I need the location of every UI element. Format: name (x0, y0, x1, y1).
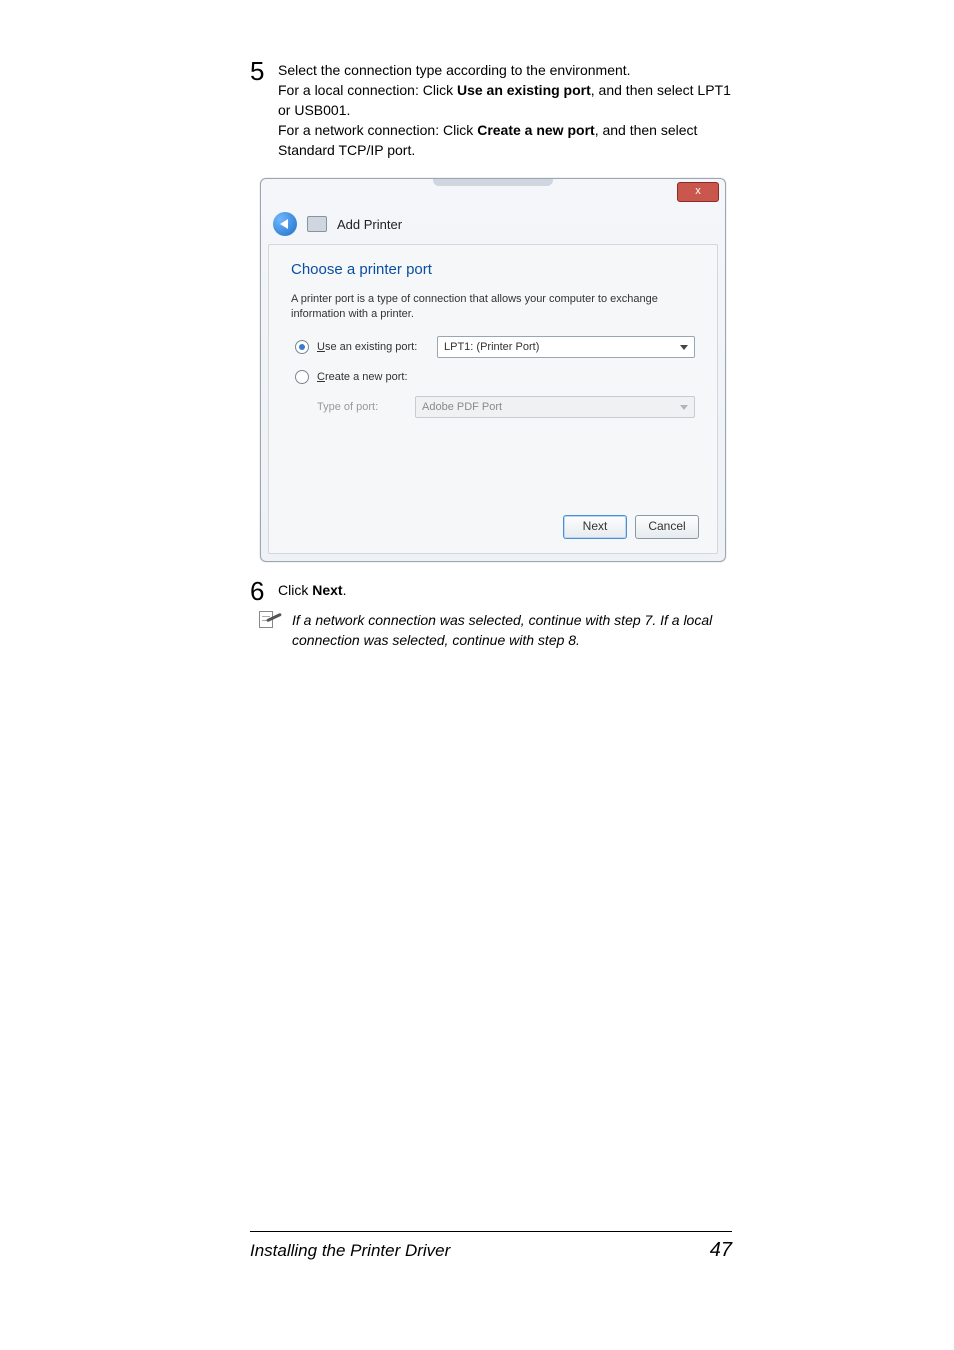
dialog-buttons: Next Cancel (563, 515, 699, 539)
existing-port-value: LPT1: (Printer Port) (444, 341, 539, 353)
port-type-value: Adobe PDF Port (422, 401, 502, 413)
step-5-body: Select the connection type according to … (278, 60, 732, 160)
create-new-port-row: Create a new port: (291, 370, 695, 384)
page-footer: Installing the Printer Driver 47 (250, 1239, 732, 1262)
type-of-port-label: Type of port: (317, 401, 415, 413)
step-6: 6 Click Next. (250, 580, 732, 602)
existing-port-dropdown[interactable]: LPT1: (Printer Port) (437, 336, 695, 358)
step5-line1: Select the connection type according to … (278, 62, 631, 78)
use-existing-rest: se an existing port: (325, 341, 417, 353)
dialog-titlebar: x (261, 179, 725, 209)
use-existing-port-label: Use an existing port: (317, 341, 437, 353)
dialog-body: Choose a printer port A printer port is … (268, 244, 718, 554)
use-existing-port-radio[interactable] (295, 340, 309, 354)
step6-a: Click (278, 582, 312, 598)
step-number-5: 5 (250, 60, 278, 82)
add-printer-dialog: x Add Printer Choose a printer port A pr… (260, 178, 726, 562)
document-page: 5 Select the connection type according t… (0, 0, 954, 1350)
footer-section-title: Installing the Printer Driver (250, 1241, 450, 1261)
create-new-rest: reate a new port: (325, 371, 408, 383)
step-5: 5 Select the connection type according t… (250, 60, 732, 160)
create-new-port-radio[interactable] (295, 370, 309, 384)
note-text: If a network connection was selected, co… (292, 610, 732, 650)
printer-icon (307, 216, 327, 232)
use-existing-u: U (317, 341, 325, 353)
step-number-6: 6 (250, 580, 278, 602)
footer-page-number: 47 (710, 1239, 732, 1262)
type-of-port-row: Type of port: Adobe PDF Port (291, 396, 695, 418)
next-button[interactable]: Next (563, 515, 627, 539)
use-existing-port-row: Use an existing port: LPT1: (Printer Por… (291, 336, 695, 358)
titlebar-grip (433, 179, 553, 186)
step-6-body: Click Next. (278, 580, 346, 600)
note-row: If a network connection was selected, co… (256, 610, 732, 650)
chevron-down-icon (680, 405, 688, 410)
cancel-button[interactable]: Cancel (635, 515, 699, 539)
create-new-port-label: Create a new port: (317, 371, 437, 383)
dialog-title: Add Printer (337, 217, 402, 232)
step5-line3b: Create a new port (477, 122, 594, 138)
close-button[interactable]: x (677, 182, 719, 202)
note-icon (256, 610, 282, 630)
dialog-heading: Choose a printer port (291, 261, 695, 278)
footer-rule (250, 1231, 732, 1232)
step6-c: . (343, 582, 347, 598)
create-new-u: C (317, 371, 325, 383)
step6-b: Next (312, 582, 342, 598)
port-type-dropdown: Adobe PDF Port (415, 396, 695, 418)
chevron-down-icon (680, 345, 688, 350)
back-button[interactable] (273, 212, 297, 236)
step5-line2b: Use an existing port (457, 82, 591, 98)
dialog-header: Add Printer (261, 209, 725, 244)
step5-line2a: For a local connection: Click (278, 82, 457, 98)
step5-line3a: For a network connection: Click (278, 122, 477, 138)
dialog-description: A printer port is a type of connection t… (291, 292, 695, 322)
